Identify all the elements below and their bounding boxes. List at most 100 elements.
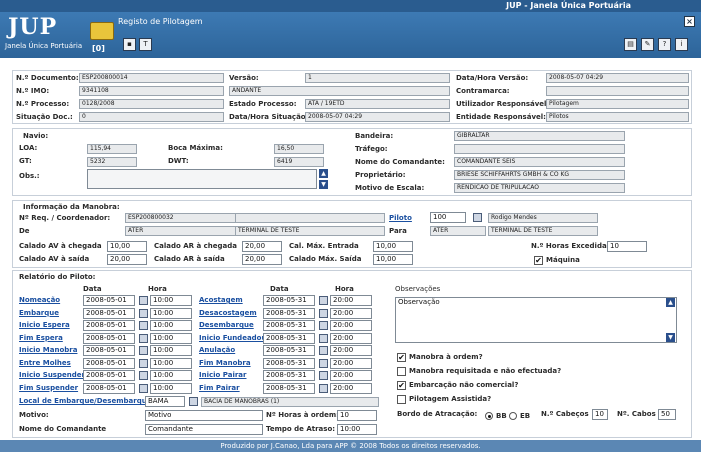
event-time-input[interactable]: 10:00 bbox=[150, 370, 192, 381]
event-time-input[interactable]: 20:00 bbox=[330, 320, 372, 331]
event-time-input[interactable]: 20:00 bbox=[330, 332, 372, 344]
calendar-icon[interactable] bbox=[139, 358, 148, 368]
help-icon[interactable]: ? bbox=[658, 38, 671, 51]
calendar-icon[interactable] bbox=[139, 333, 148, 343]
event-date-input[interactable]: 2008-05-01 bbox=[83, 345, 135, 356]
calendar-icon[interactable] bbox=[319, 321, 328, 330]
event-link[interactable]: Desacostagem bbox=[199, 309, 257, 317]
event-link[interactable]: Entre Molhes bbox=[19, 359, 71, 367]
event-date-input[interactable]: 2008-05-01 bbox=[83, 295, 135, 306]
close-icon[interactable]: × bbox=[684, 16, 695, 27]
envelope-icon[interactable] bbox=[90, 22, 114, 40]
calendar-icon[interactable] bbox=[319, 346, 328, 355]
event-time-input[interactable]: 20:00 bbox=[330, 357, 372, 369]
calendar-icon[interactable] bbox=[139, 371, 148, 380]
event-date-input[interactable]: 2008-05-31 bbox=[263, 320, 315, 331]
engine-checkbox[interactable]: ✔ bbox=[534, 256, 543, 265]
delay-time-input[interactable]: 10:00 bbox=[337, 424, 377, 435]
scroll-up-icon[interactable]: ▲ bbox=[319, 169, 328, 178]
event-time-input[interactable]: 10:00 bbox=[150, 357, 192, 369]
event-time-input[interactable]: 10:00 bbox=[150, 320, 192, 331]
event-date-input[interactable]: 2008-05-01 bbox=[83, 332, 135, 344]
calendar-icon[interactable] bbox=[319, 296, 328, 305]
option-checkbox[interactable] bbox=[397, 395, 406, 404]
event-date-input[interactable]: 2008-05-31 bbox=[263, 307, 315, 319]
event-time-input[interactable]: 20:00 bbox=[330, 345, 372, 356]
draft-aft-departure-input[interactable]: 20,00 bbox=[242, 254, 282, 265]
event-link[interactable]: Fim Manobra bbox=[199, 359, 251, 367]
event-link[interactable]: Fim Suspender bbox=[19, 384, 78, 392]
eb-radio[interactable] bbox=[509, 412, 517, 420]
event-link[interactable]: Inicio Pairar bbox=[199, 371, 246, 379]
event-date-input[interactable]: 2008-05-01 bbox=[83, 307, 135, 319]
event-time-input[interactable]: 20:00 bbox=[330, 307, 372, 319]
calendar-icon[interactable] bbox=[319, 371, 328, 380]
calendar-icon[interactable] bbox=[139, 383, 148, 393]
event-date-input[interactable]: 2008-05-01 bbox=[83, 370, 135, 381]
calendar-icon[interactable] bbox=[319, 358, 328, 368]
draft-aft-arrival-input[interactable]: 20,00 bbox=[242, 241, 282, 252]
calendar-icon[interactable] bbox=[139, 346, 148, 355]
max-draft-exit-input[interactable]: 10,00 bbox=[373, 254, 413, 265]
event-link[interactable]: Nomeação bbox=[19, 296, 60, 304]
draft-fwd-departure-input[interactable]: 20,00 bbox=[107, 254, 147, 265]
event-date-input[interactable]: 2008-05-31 bbox=[263, 357, 315, 369]
option-checkbox[interactable]: ✔ bbox=[397, 353, 406, 362]
event-link[interactable]: Inicio Manobra bbox=[19, 346, 77, 354]
boarding-place-link[interactable]: Local de Embarque/Desembarque: bbox=[19, 397, 154, 405]
event-date-input[interactable]: 2008-05-31 bbox=[263, 332, 315, 344]
max-draft-entry-input[interactable]: 10,00 bbox=[373, 241, 413, 252]
search-icon[interactable] bbox=[473, 213, 482, 222]
event-date-input[interactable]: 2008-05-01 bbox=[83, 320, 135, 331]
cables-input[interactable]: 50 bbox=[658, 409, 676, 420]
observations-textarea[interactable]: Observação bbox=[395, 297, 677, 343]
calendar-icon[interactable] bbox=[139, 321, 148, 330]
scroll-down-icon[interactable]: ▼ bbox=[319, 180, 328, 189]
event-link[interactable]: Embarque bbox=[19, 309, 59, 317]
event-time-input[interactable]: 10:00 bbox=[150, 382, 192, 394]
event-link[interactable]: Inicio Suspender bbox=[19, 371, 85, 379]
boarding-place-code-input[interactable]: BAMA bbox=[145, 396, 185, 407]
calendar-icon[interactable] bbox=[139, 296, 148, 305]
draft-fwd-arrival-input[interactable]: 10,00 bbox=[107, 241, 147, 252]
event-time-input[interactable]: 20:00 bbox=[330, 370, 372, 381]
event-time-input[interactable]: 20:00 bbox=[330, 382, 372, 394]
event-time-input[interactable]: 10:00 bbox=[150, 345, 192, 356]
calendar-icon[interactable] bbox=[319, 308, 328, 318]
save-icon[interactable]: ▪ bbox=[123, 38, 136, 51]
event-time-input[interactable]: 10:00 bbox=[150, 332, 192, 344]
ship-notes-textarea[interactable] bbox=[87, 169, 317, 189]
edit-icon[interactable]: ✎ bbox=[641, 38, 654, 51]
calendar-icon[interactable] bbox=[319, 333, 328, 343]
pilot-number-input[interactable]: 100 bbox=[430, 212, 466, 223]
excess-hours-input[interactable]: 10 bbox=[607, 241, 647, 252]
event-date-input[interactable]: 2008-05-01 bbox=[83, 382, 135, 394]
event-link[interactable]: Anulação bbox=[199, 346, 235, 354]
event-time-input[interactable]: 10:00 bbox=[150, 295, 192, 306]
option-checkbox[interactable]: ✔ bbox=[397, 381, 406, 390]
bollards-input[interactable]: 10 bbox=[592, 409, 608, 420]
event-time-input[interactable]: 10:00 bbox=[150, 307, 192, 319]
option-checkbox[interactable] bbox=[397, 367, 406, 376]
event-time-input[interactable]: 20:00 bbox=[330, 295, 372, 306]
info-icon[interactable]: i bbox=[675, 38, 688, 51]
bb-radio[interactable] bbox=[485, 412, 493, 420]
reason-input[interactable]: Motivo bbox=[145, 410, 263, 421]
hours-on-order-input[interactable]: 10 bbox=[337, 410, 377, 421]
pilot-link[interactable]: Piloto bbox=[389, 214, 412, 222]
calendar-icon[interactable] bbox=[139, 308, 148, 318]
event-date-input[interactable]: 2008-05-01 bbox=[83, 357, 135, 369]
search-icon[interactable] bbox=[189, 397, 198, 406]
event-link[interactable]: Acostagem bbox=[199, 296, 243, 304]
event-date-input[interactable]: 2008-05-31 bbox=[263, 370, 315, 381]
event-link[interactable]: Fim Espera bbox=[19, 334, 63, 342]
export-icon[interactable]: T bbox=[139, 38, 152, 51]
event-link[interactable]: Fim Pairar bbox=[199, 384, 240, 392]
event-link[interactable]: Desembarque bbox=[199, 321, 254, 329]
print-icon[interactable]: ▤ bbox=[624, 38, 637, 51]
scroll-down-icon[interactable]: ▼ bbox=[666, 333, 675, 342]
event-date-input[interactable]: 2008-05-31 bbox=[263, 295, 315, 306]
calendar-icon[interactable] bbox=[319, 383, 328, 393]
event-date-input[interactable]: 2008-05-31 bbox=[263, 382, 315, 394]
event-date-input[interactable]: 2008-05-31 bbox=[263, 345, 315, 356]
